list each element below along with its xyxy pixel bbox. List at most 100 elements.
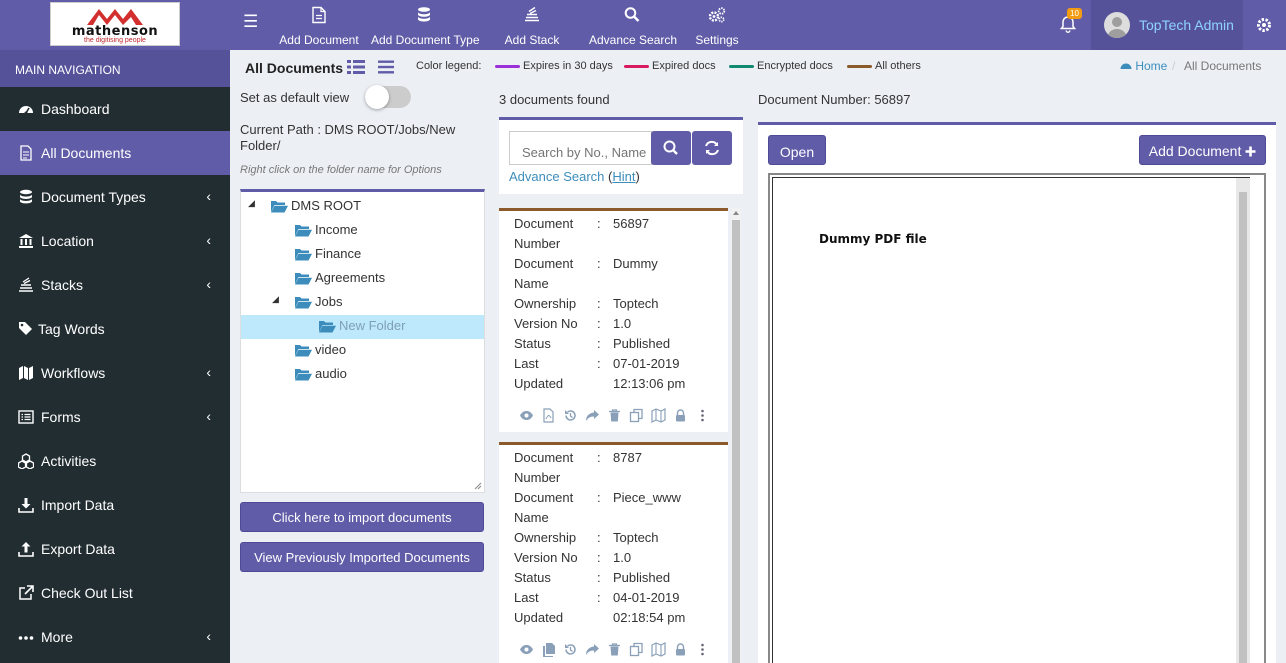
files-icon[interactable]: [541, 642, 556, 657]
hint-link[interactable]: Hint: [612, 169, 635, 184]
tree-node-audio[interactable]: audio: [241, 363, 484, 387]
folder-tree: ◢ DMS ROOT Income Finance Agreements ◢ J…: [240, 189, 485, 493]
trash-icon[interactable]: [607, 408, 622, 423]
eye-icon[interactable]: [519, 642, 534, 657]
brand-logo[interactable]: mathenson the digitising people: [50, 2, 180, 46]
more-vertical-icon[interactable]: [695, 642, 710, 657]
map-icon[interactable]: [651, 642, 666, 657]
search-icon: [624, 7, 640, 22]
pdf-file-icon[interactable]: [541, 408, 556, 423]
sidebar-item-stacks[interactable]: Stacks ‹: [0, 263, 230, 307]
pdf-preview[interactable]: Dummy PDF file: [768, 173, 1266, 663]
sidebar-item-workflows[interactable]: Workflows ‹: [0, 351, 230, 395]
sidebar-header: MAIN NAVIGATION: [0, 50, 230, 87]
sidebar-item-all-documents[interactable]: All Documents: [0, 131, 230, 175]
add-document-button[interactable]: Add Document: [277, 0, 361, 50]
tree-node-income[interactable]: Income: [241, 219, 484, 243]
document-number-label: Document Number: 56897: [758, 92, 911, 107]
user-avatar-icon: [1107, 17, 1127, 38]
results-scrollbar[interactable]: [731, 208, 741, 663]
legend-expires-soon: Expires in 30 days: [495, 60, 613, 72]
detail-view-icon[interactable]: [346, 58, 366, 76]
open-button[interactable]: Open: [768, 135, 826, 165]
search-input[interactable]: [509, 131, 652, 165]
pdf-scrollbar-thumb[interactable]: [1239, 192, 1247, 663]
color-legend-title: Color legend:: [416, 60, 482, 72]
copy-icon[interactable]: [629, 642, 644, 657]
institution-icon: [19, 234, 33, 248]
document-card[interactable]: Document:56897 Number Document: Dummy Nam…: [499, 208, 728, 432]
sidebar-item-location[interactable]: Location ‹: [0, 219, 230, 263]
folder-hint: Right click on the folder name for Optio…: [240, 164, 442, 176]
tree-node-jobs[interactable]: ◢ Jobs: [241, 291, 484, 315]
import-documents-button[interactable]: Click here to import documents: [240, 502, 484, 532]
lock-icon[interactable]: [673, 642, 688, 657]
pdf-content-text: Dummy PDF file: [819, 232, 927, 246]
sidebar-toggle-icon[interactable]: ☰: [243, 13, 259, 30]
breadcrumb-home[interactable]: Home: [1120, 59, 1167, 73]
gears-icon: [708, 7, 726, 23]
sidebar-item-dashboard[interactable]: Dashboard: [0, 87, 230, 131]
sidebar-item-document-types[interactable]: Document Types ‹: [0, 175, 230, 219]
search-panel: Advance Search (Hint): [499, 117, 743, 194]
share-icon[interactable]: [585, 642, 600, 657]
document-card[interactable]: Document:8787 Number Document: Piece_www …: [499, 442, 728, 663]
copy-icon[interactable]: [629, 408, 644, 423]
search-icon: [663, 140, 678, 155]
document-icon: [20, 145, 32, 161]
legend-all-others: All others: [847, 60, 921, 72]
sidebar-item-check-out-list[interactable]: Check Out List: [0, 571, 230, 615]
database-icon: [418, 7, 430, 22]
search-button[interactable]: [651, 131, 691, 165]
download-icon: [18, 498, 34, 513]
map-icon: [19, 366, 33, 380]
user-menu[interactable]: TopTech Admin: [1091, 0, 1243, 50]
more-vertical-icon[interactable]: [695, 408, 710, 423]
refresh-button[interactable]: [692, 131, 732, 165]
folder-open-icon: [295, 345, 312, 357]
add-document-type-button[interactable]: Add Document Type: [371, 0, 480, 50]
view-imported-documents-button[interactable]: View Previously Imported Documents: [240, 542, 484, 572]
advance-search-button[interactable]: Advance Search: [589, 0, 677, 50]
sidebar-item-more[interactable]: More ‹: [0, 615, 230, 659]
sidebar-item-import-data[interactable]: Import Data: [0, 483, 230, 527]
user-name: TopTech Admin: [1139, 17, 1234, 33]
share-icon[interactable]: [585, 408, 600, 423]
collapse-triangle-icon[interactable]: ◢: [272, 294, 279, 305]
pdf-scrollbar[interactable]: [1236, 178, 1250, 663]
lock-icon[interactable]: [673, 408, 688, 423]
sidebar-item-forms[interactable]: Forms ‹: [0, 395, 230, 439]
sidebar-item-activities[interactable]: Activities: [0, 439, 230, 483]
list-view-icon[interactable]: [376, 58, 396, 76]
sidebar-item-export-data[interactable]: Export Data: [0, 527, 230, 571]
tree-node-video[interactable]: video: [241, 339, 484, 363]
default-view-toggle[interactable]: [365, 85, 411, 109]
map-icon[interactable]: [651, 408, 666, 423]
main-sidebar: MAIN NAVIGATION Dashboard All Documents …: [0, 50, 230, 663]
tree-node-new-folder[interactable]: New Folder: [241, 315, 484, 339]
sidebar-item-tag-words[interactable]: Tag Words: [0, 307, 230, 351]
file-icon: [312, 6, 326, 24]
scroll-up-arrow-icon[interactable]: [731, 208, 741, 218]
advance-search-link[interactable]: Advance Search (Hint): [509, 169, 640, 184]
chevron-left-icon: ‹: [206, 364, 211, 380]
trash-icon[interactable]: [607, 642, 622, 657]
control-sidebar-gear-icon[interactable]: [1255, 16, 1273, 34]
add-document-button[interactable]: Add Document: [1139, 135, 1266, 165]
add-stack-button[interactable]: Add Stack: [497, 0, 567, 50]
scrollbar-thumb[interactable]: [732, 220, 740, 663]
tree-node-finance[interactable]: Finance: [241, 243, 484, 267]
folder-open-icon: [319, 321, 336, 333]
history-icon[interactable]: [563, 642, 578, 657]
collapse-triangle-icon[interactable]: ◢: [248, 198, 255, 209]
settings-button[interactable]: Settings: [693, 0, 741, 50]
upload-icon: [18, 542, 34, 557]
tree-node-agreements[interactable]: Agreements: [241, 267, 484, 291]
folder-open-icon: [295, 297, 312, 309]
pdf-page: Dummy PDF file: [772, 177, 1250, 663]
eye-icon[interactable]: [519, 408, 534, 423]
tree-node-dms-root[interactable]: ◢ DMS ROOT: [241, 195, 484, 219]
documents-found-count: 3 documents found: [499, 92, 610, 107]
history-icon[interactable]: [563, 408, 578, 423]
resize-handle-icon[interactable]: [474, 482, 482, 490]
